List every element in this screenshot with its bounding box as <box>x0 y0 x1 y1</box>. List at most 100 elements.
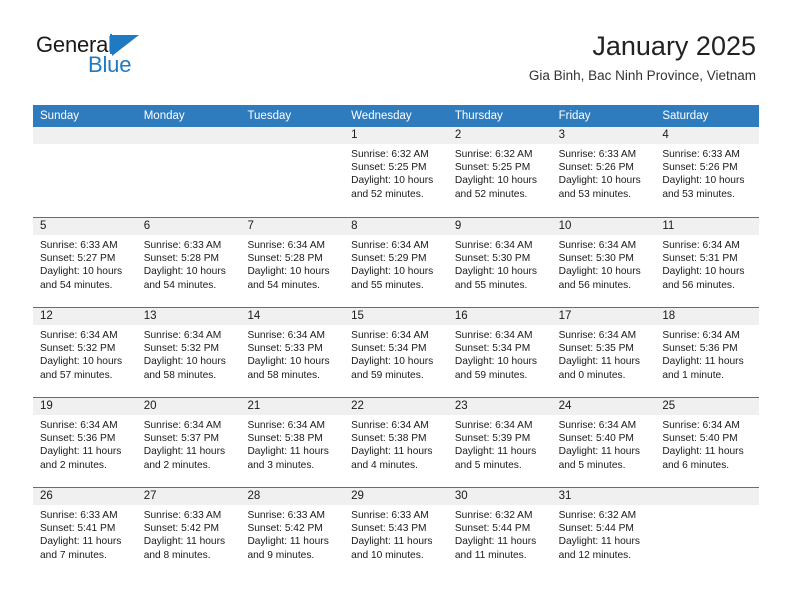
daylight-text-line2: and 59 minutes. <box>454 369 528 381</box>
day-cell[interactable]: 24 Sunrise: 6:34 AM Sunset: 5:40 PM Dayligh… <box>551 398 656 487</box>
day-cell[interactable]: 29 Sunrise: 6:33 AM Sunset: 5:43 PM Dayligh… <box>344 488 448 577</box>
day-cell[interactable]: 28 Sunrise: 6:33 AM Sunset: 5:42 PM Dayligh… <box>240 488 345 577</box>
daylight-text-line1: Daylight: 11 hours <box>143 536 226 548</box>
day-number-band: 26 <box>33 488 137 505</box>
general-blue-logo: General Blue <box>36 32 196 82</box>
day-number-band: 2 <box>447 127 552 144</box>
day-number: 17 <box>558 310 572 322</box>
day-number: 1 <box>351 129 358 141</box>
day-sun-info: Sunrise: 6:33 AM Sunset: 5:41 PM Daylight:… <box>33 505 137 562</box>
day-number-band: 30 <box>447 488 552 505</box>
day-cell[interactable]: 11 Sunrise: 6:34 AM Sunset: 5:31 PM Dayligh… <box>655 218 760 307</box>
sunset-text: Sunset: 5:36 PM <box>40 433 116 445</box>
day-cell[interactable]: 9 Sunrise: 6:34 AM Sunset: 5:30 PM Daylight… <box>447 218 552 307</box>
day-cell[interactable]: 25 Sunrise: 6:34 AM Sunset: 5:40 PM Dayligh… <box>655 398 760 487</box>
day-cell[interactable]: 16 Sunrise: 6:34 AM Sunset: 5:34 PM Dayligh… <box>447 308 552 397</box>
sunrise-text: Sunrise: 6:32 AM <box>454 510 533 521</box>
day-cell[interactable]: 5 Sunrise: 6:33 AM Sunset: 5:27 PM Daylight… <box>33 218 137 307</box>
day-cell[interactable]: 13 Sunrise: 6:34 AM Sunset: 5:32 PM Dayligh… <box>136 308 241 397</box>
daylight-text-line1: Daylight: 11 hours <box>558 536 640 548</box>
daylight-text-line2: and 3 minutes. <box>247 459 315 471</box>
daylight-text-line2: and 2 minutes. <box>143 459 211 471</box>
day-sun-info: Sunrise: 6:33 AM Sunset: 5:43 PM Daylight:… <box>344 505 448 562</box>
daylight-text-line2: and 7 minutes. <box>40 549 107 561</box>
day-cell[interactable]: 15 Sunrise: 6:34 AM Sunset: 5:34 PM Dayligh… <box>344 308 448 397</box>
day-cell[interactable]: 6 Sunrise: 6:33 AM Sunset: 5:28 PM Daylight… <box>136 218 241 307</box>
day-cell[interactable]: 30 Sunrise: 6:32 AM Sunset: 5:44 PM Dayligh… <box>447 488 552 577</box>
sunrise-text: Sunrise: 6:34 AM <box>247 420 326 431</box>
daylight-text-line1: Daylight: 10 hours <box>351 175 434 187</box>
calendar-weeks: 1 Sunrise: 6:32 AM Sunset: 5:25 PM Daylight… <box>33 127 760 577</box>
weekday-header-thursday: Thursday <box>454 110 503 122</box>
day-sun-info: Sunrise: 6:34 AM Sunset: 5:40 PM Daylight:… <box>655 415 759 472</box>
day-cell[interactable]: 22 Sunrise: 6:34 AM Sunset: 5:38 PM Dayligh… <box>344 398 448 487</box>
weekday-header-wednesday: Wednesday <box>351 110 412 122</box>
sunrise-text: Sunrise: 6:33 AM <box>351 510 429 521</box>
day-number: 20 <box>143 400 157 412</box>
page-header: General Blue January 2025 Gia Binh, Bac … <box>0 0 792 104</box>
day-cell[interactable]: 18 Sunrise: 6:34 AM Sunset: 5:36 PM Dayligh… <box>655 308 760 397</box>
sunset-text: Sunset: 5:28 PM <box>247 253 323 265</box>
day-cell[interactable]: 26 Sunrise: 6:33 AM Sunset: 5:41 PM Dayligh… <box>33 488 137 577</box>
day-number-band: 25 <box>655 398 760 415</box>
sunrise-text: Sunrise: 6:34 AM <box>662 420 740 431</box>
sunrise-text: Sunrise: 6:34 AM <box>40 420 118 431</box>
day-cell[interactable]: 21 Sunrise: 6:34 AM Sunset: 5:38 PM Dayligh… <box>240 398 345 487</box>
day-cell[interactable]: 19 Sunrise: 6:34 AM Sunset: 5:36 PM Dayligh… <box>33 398 137 487</box>
day-cell[interactable]: 17 Sunrise: 6:34 AM Sunset: 5:35 PM Dayligh… <box>551 308 656 397</box>
sunset-text: Sunset: 5:35 PM <box>558 343 634 355</box>
calendar-week-row: 5 Sunrise: 6:33 AM Sunset: 5:27 PM Daylight… <box>33 217 760 307</box>
day-sun-info: Sunrise: 6:34 AM Sunset: 5:31 PM Daylight:… <box>655 235 759 292</box>
sunrise-text: Sunrise: 6:34 AM <box>558 420 637 431</box>
day-cell[interactable]: 23 Sunrise: 6:34 AM Sunset: 5:39 PM Dayligh… <box>447 398 552 487</box>
day-number-band: 20 <box>136 398 241 415</box>
day-sun-info: Sunrise: 6:33 AM Sunset: 5:42 PM Daylight:… <box>240 505 344 562</box>
day-sun-info: Sunrise: 6:34 AM Sunset: 5:36 PM Daylight:… <box>655 325 759 382</box>
day-cell[interactable]: 4 Sunrise: 6:33 AM Sunset: 5:26 PM Daylight… <box>655 127 760 217</box>
sunset-text: Sunset: 5:41 PM <box>40 523 116 535</box>
day-sun-info: Sunrise: 6:34 AM Sunset: 5:30 PM Daylight:… <box>552 235 656 292</box>
day-sun-info: Sunrise: 6:33 AM Sunset: 5:26 PM Daylight:… <box>552 144 656 201</box>
day-cell[interactable]: 7 Sunrise: 6:34 AM Sunset: 5:28 PM Daylight… <box>240 218 345 307</box>
day-sun-info: Sunrise: 6:34 AM Sunset: 5:33 PM Daylight:… <box>240 325 344 382</box>
day-number: 16 <box>454 310 468 322</box>
daylight-text-line1: Daylight: 10 hours <box>454 175 537 187</box>
day-number: 30 <box>454 490 468 502</box>
sunset-text: Sunset: 5:36 PM <box>662 343 738 355</box>
day-cell[interactable]: 12 Sunrise: 6:34 AM Sunset: 5:32 PM Dayligh… <box>33 308 137 397</box>
day-number: 8 <box>351 220 358 232</box>
daylight-text-line2: and 0 minutes. <box>558 369 626 381</box>
day-cell[interactable]: 2 Sunrise: 6:32 AM Sunset: 5:25 PM Daylight… <box>447 127 552 217</box>
sunrise-text: Sunrise: 6:34 AM <box>558 240 637 251</box>
day-sun-info: Sunrise: 6:32 AM Sunset: 5:44 PM Daylight:… <box>448 505 552 562</box>
sunrise-text: Sunrise: 6:33 AM <box>143 510 222 521</box>
day-sun-info: Sunrise: 6:33 AM Sunset: 5:26 PM Daylight:… <box>655 144 759 201</box>
day-cell[interactable]: 14 Sunrise: 6:34 AM Sunset: 5:33 PM Dayligh… <box>240 308 345 397</box>
day-number: 19 <box>40 400 53 412</box>
day-sun-info: Sunrise: 6:32 AM Sunset: 5:25 PM Daylight:… <box>448 144 552 201</box>
daylight-text-line1: Daylight: 11 hours <box>454 536 537 548</box>
calendar-week-row: 1 Sunrise: 6:32 AM Sunset: 5:25 PM Daylight… <box>33 127 760 217</box>
day-sun-info: Sunrise: 6:33 AM Sunset: 5:27 PM Daylight:… <box>33 235 137 292</box>
day-number-band: 15 <box>344 308 448 325</box>
day-number-band: 23 <box>447 398 552 415</box>
daylight-text-line2: and 6 minutes. <box>662 459 730 471</box>
day-cell[interactable]: 8 Sunrise: 6:34 AM Sunset: 5:29 PM Daylight… <box>344 218 448 307</box>
daylight-text-line1: Daylight: 10 hours <box>662 175 745 187</box>
day-cell[interactable]: 10 Sunrise: 6:34 AM Sunset: 5:30 PM Dayligh… <box>551 218 656 307</box>
page-title: January 2025 <box>592 31 756 61</box>
weekday-header-tuesday: Tuesday <box>247 110 292 122</box>
day-number-band <box>240 127 345 144</box>
day-cell[interactable]: 20 Sunrise: 6:34 AM Sunset: 5:37 PM Dayligh… <box>136 398 241 487</box>
day-number-band: 17 <box>551 308 656 325</box>
day-cell[interactable]: 1 Sunrise: 6:32 AM Sunset: 5:25 PM Daylight… <box>344 127 448 217</box>
daylight-text-line1: Daylight: 10 hours <box>351 356 434 368</box>
day-cell[interactable]: 27 Sunrise: 6:33 AM Sunset: 5:42 PM Dayligh… <box>136 488 241 577</box>
day-number: 3 <box>558 129 565 141</box>
day-cell[interactable]: 31 Sunrise: 6:32 AM Sunset: 5:44 PM Dayligh… <box>551 488 656 577</box>
sunrise-text: Sunrise: 6:34 AM <box>351 330 429 341</box>
daylight-text-line2: and 9 minutes. <box>247 549 315 561</box>
day-sun-info: Sunrise: 6:33 AM Sunset: 5:42 PM Daylight:… <box>137 505 241 562</box>
day-cell[interactable]: 3 Sunrise: 6:33 AM Sunset: 5:26 PM Daylight… <box>551 127 656 217</box>
day-number: 6 <box>143 220 151 232</box>
